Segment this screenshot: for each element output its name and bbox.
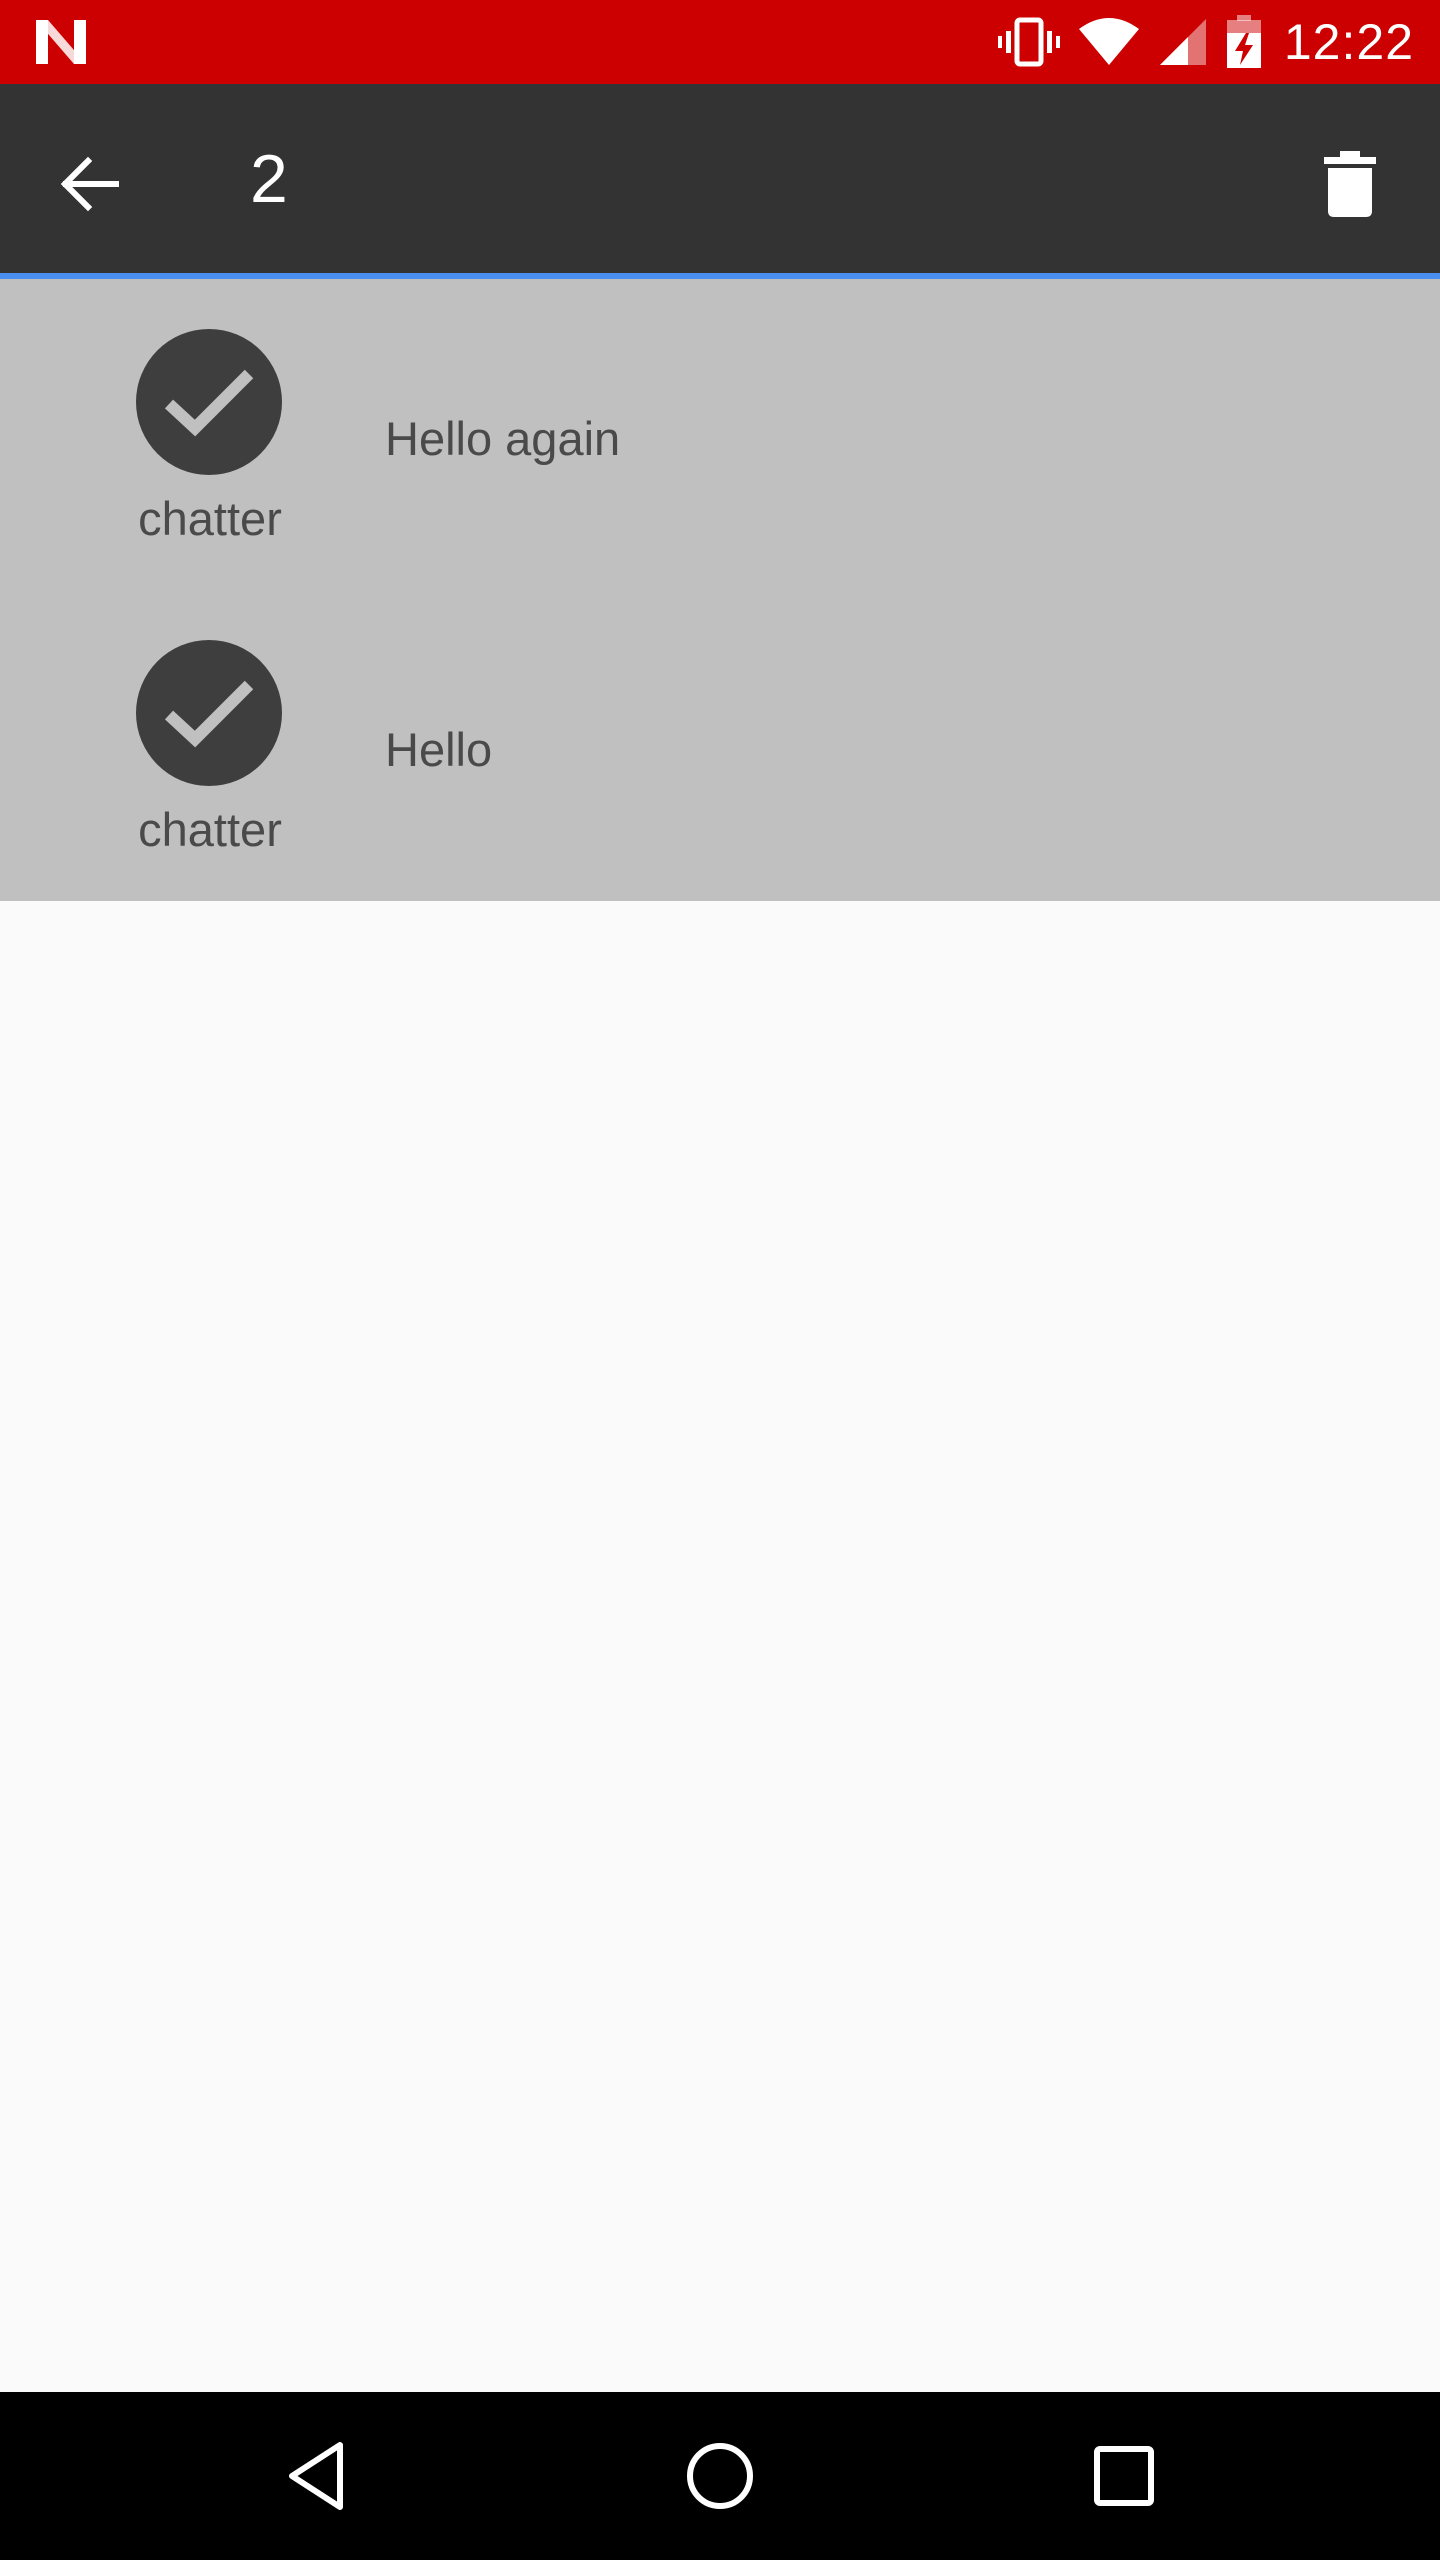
status-icons: 12:22 <box>980 0 1414 84</box>
selection-toolbar: 2 <box>0 84 1440 279</box>
nav-recents-button[interactable] <box>1074 2426 1174 2526</box>
message-text: Hello again <box>385 412 621 465</box>
status-bar: 12:22 <box>0 0 1440 84</box>
trash-icon <box>1324 151 1376 217</box>
sender-name: chatter <box>138 803 282 856</box>
navigation-bar <box>0 2392 1440 2560</box>
nav-home-button[interactable] <box>670 2426 770 2526</box>
checkmark-icon <box>164 369 254 437</box>
battery-charging-icon <box>1226 15 1261 68</box>
signal-icon <box>1159 19 1206 65</box>
selected-avatar[interactable] <box>136 329 282 475</box>
vibrate-icon <box>997 17 1060 67</box>
message-row[interactable]: chatter Hello again <box>0 279 1440 590</box>
nav-home-icon <box>687 2443 753 2509</box>
delete-button[interactable] <box>1300 134 1400 234</box>
back-arrow-icon <box>60 156 119 212</box>
message-text: Hello <box>385 723 493 776</box>
nav-recents-icon <box>1094 2446 1154 2506</box>
nav-back-icon <box>289 2442 343 2510</box>
netflix-n-icon <box>36 20 86 64</box>
checkmark-icon <box>164 680 254 748</box>
sender-name: chatter <box>138 492 282 545</box>
wifi-icon <box>1078 18 1139 65</box>
selected-count: 2 <box>250 141 288 217</box>
selected-avatar[interactable] <box>136 640 282 786</box>
message-list: chatter Hello again chatter Hello <box>0 279 1440 901</box>
status-time: 12:22 <box>1283 14 1414 70</box>
back-button[interactable] <box>40 134 140 234</box>
nav-back-button[interactable] <box>266 2426 366 2526</box>
message-row[interactable]: chatter Hello <box>0 590 1440 901</box>
